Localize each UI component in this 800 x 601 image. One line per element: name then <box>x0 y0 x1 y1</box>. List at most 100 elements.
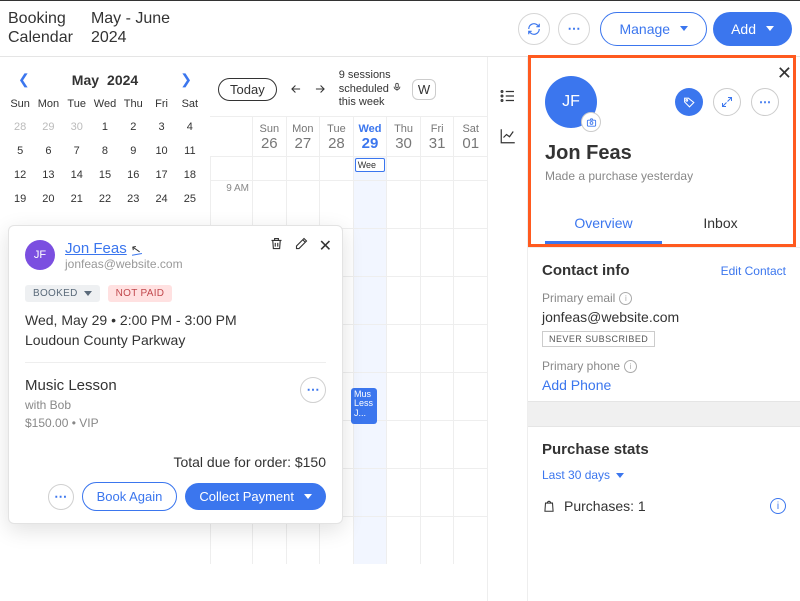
week-day-header[interactable]: Wed29 <box>353 117 387 156</box>
time-slot[interactable] <box>420 468 454 516</box>
time-slot[interactable] <box>386 420 420 468</box>
service-more-button[interactable]: ⋯ <box>300 377 326 403</box>
edit-button[interactable] <box>294 236 309 251</box>
mini-cal-day[interactable]: 5 <box>6 142 34 160</box>
next-week-button[interactable] <box>311 82 329 96</box>
time-slot[interactable] <box>353 324 387 372</box>
time-slot[interactable] <box>420 420 454 468</box>
mini-cal-day[interactable]: 12 <box>6 166 34 184</box>
analytics-icon[interactable] <box>499 127 517 145</box>
more-contact-button[interactable]: ⋯ <box>751 88 779 116</box>
time-slot[interactable] <box>386 516 420 564</box>
mini-cal-day[interactable]: 2 <box>119 118 147 136</box>
time-slot[interactable] <box>353 516 387 564</box>
mini-cal-day[interactable]: 10 <box>147 142 175 160</box>
prev-week-button[interactable] <box>287 82 305 96</box>
time-slot[interactable] <box>353 228 387 276</box>
mini-cal-day[interactable]: 11 <box>176 142 204 160</box>
mini-cal-day[interactable]: 18 <box>176 166 204 184</box>
time-slot[interactable] <box>453 276 487 324</box>
mini-cal-day[interactable]: 3 <box>147 118 175 136</box>
add-phone-link[interactable]: Add Phone <box>542 377 786 393</box>
time-slot[interactable] <box>420 228 454 276</box>
time-slot[interactable] <box>453 372 487 420</box>
time-slot[interactable] <box>386 324 420 372</box>
close-popover-button[interactable]: ✕ <box>319 236 332 256</box>
tab-inbox[interactable]: Inbox <box>662 205 779 244</box>
week-day-header[interactable]: Sun26 <box>252 117 286 156</box>
time-slot[interactable] <box>353 276 387 324</box>
time-slot[interactable] <box>453 468 487 516</box>
mini-cal-day-out[interactable]: 30 <box>63 118 91 136</box>
week-day-header[interactable]: Fri31 <box>420 117 454 156</box>
week-day-header[interactable]: Thu30 <box>386 117 420 156</box>
manage-button[interactable]: Manage <box>600 12 707 46</box>
mini-cal-day[interactable]: 24 <box>147 190 175 208</box>
next-month-button[interactable]: ❯ <box>176 71 196 88</box>
more-button[interactable]: ⋯ <box>558 13 590 45</box>
camera-icon[interactable] <box>581 112 601 132</box>
time-slot[interactable] <box>353 180 387 228</box>
time-slot[interactable] <box>286 180 320 228</box>
mini-cal-day-out[interactable]: 28 <box>6 118 34 136</box>
time-slot[interactable] <box>353 468 387 516</box>
mini-cal-day[interactable]: 20 <box>34 190 62 208</box>
time-slot[interactable] <box>420 324 454 372</box>
tab-overview[interactable]: Overview <box>545 205 662 244</box>
prev-month-button[interactable]: ❮ <box>14 71 34 88</box>
time-slot[interactable] <box>386 372 420 420</box>
mini-cal-day[interactable]: 19 <box>6 190 34 208</box>
time-slot[interactable] <box>319 180 353 228</box>
today-button[interactable]: Today <box>218 78 277 101</box>
time-slot[interactable] <box>420 372 454 420</box>
collect-payment-button[interactable]: Collect Payment <box>185 483 326 510</box>
mini-cal-day[interactable]: 8 <box>91 142 119 160</box>
time-slot[interactable] <box>420 276 454 324</box>
mini-cal-day[interactable]: 15 <box>91 166 119 184</box>
info-icon[interactable]: i <box>619 292 632 305</box>
mini-cal-day[interactable]: 1 <box>91 118 119 136</box>
edit-contact-link[interactable]: Edit Contact <box>721 264 786 278</box>
time-slot[interactable] <box>453 228 487 276</box>
info-icon[interactable]: i <box>770 498 786 514</box>
status-badge-booked[interactable]: BOOKED <box>25 285 100 302</box>
time-slot[interactable]: 9 AM <box>210 180 252 228</box>
date-filter[interactable]: Last 30 days <box>542 468 624 482</box>
time-slot[interactable] <box>386 468 420 516</box>
time-slot[interactable] <box>252 180 286 228</box>
week-day-header[interactable]: Sat01 <box>453 117 487 156</box>
mini-cal-day[interactable]: 13 <box>34 166 62 184</box>
time-slot[interactable] <box>453 420 487 468</box>
mini-cal-day[interactable]: 25 <box>176 190 204 208</box>
contact-avatar[interactable]: JF <box>545 76 597 128</box>
time-slot[interactable] <box>386 180 420 228</box>
week-day-header[interactable]: Tue28 <box>319 117 353 156</box>
week-day-header[interactable]: Mon27 <box>286 117 320 156</box>
mini-cal-day[interactable]: 23 <box>119 190 147 208</box>
delete-button[interactable] <box>269 236 284 251</box>
time-slot[interactable] <box>386 228 420 276</box>
list-icon[interactable] <box>499 87 517 105</box>
time-slot[interactable] <box>453 516 487 564</box>
mini-cal-day[interactable]: 7 <box>63 142 91 160</box>
mini-cal-day[interactable]: 21 <box>63 190 91 208</box>
info-icon[interactable]: i <box>624 360 637 373</box>
time-slot[interactable] <box>453 324 487 372</box>
add-button[interactable]: Add <box>713 12 792 46</box>
view-selector[interactable]: W <box>412 79 436 100</box>
mini-cal-day[interactable]: 4 <box>176 118 204 136</box>
close-panel-button[interactable]: ✕ <box>777 63 792 84</box>
time-slot[interactable] <box>453 180 487 228</box>
allday-event[interactable]: Wee <box>355 158 386 172</box>
time-slot[interactable] <box>420 516 454 564</box>
calendar-event[interactable]: Mus Less J... <box>351 388 377 424</box>
mini-cal-day-out[interactable]: 29 <box>34 118 62 136</box>
refresh-button[interactable] <box>518 13 550 45</box>
customer-name-link[interactable]: Jon Feas ↖ <box>65 240 141 257</box>
time-slot[interactable] <box>386 276 420 324</box>
popover-more-button[interactable]: ⋯ <box>48 484 74 510</box>
mini-cal-day[interactable]: 9 <box>119 142 147 160</box>
tag-button[interactable] <box>675 88 703 116</box>
mini-cal-day[interactable]: 14 <box>63 166 91 184</box>
time-slot[interactable] <box>353 420 387 468</box>
